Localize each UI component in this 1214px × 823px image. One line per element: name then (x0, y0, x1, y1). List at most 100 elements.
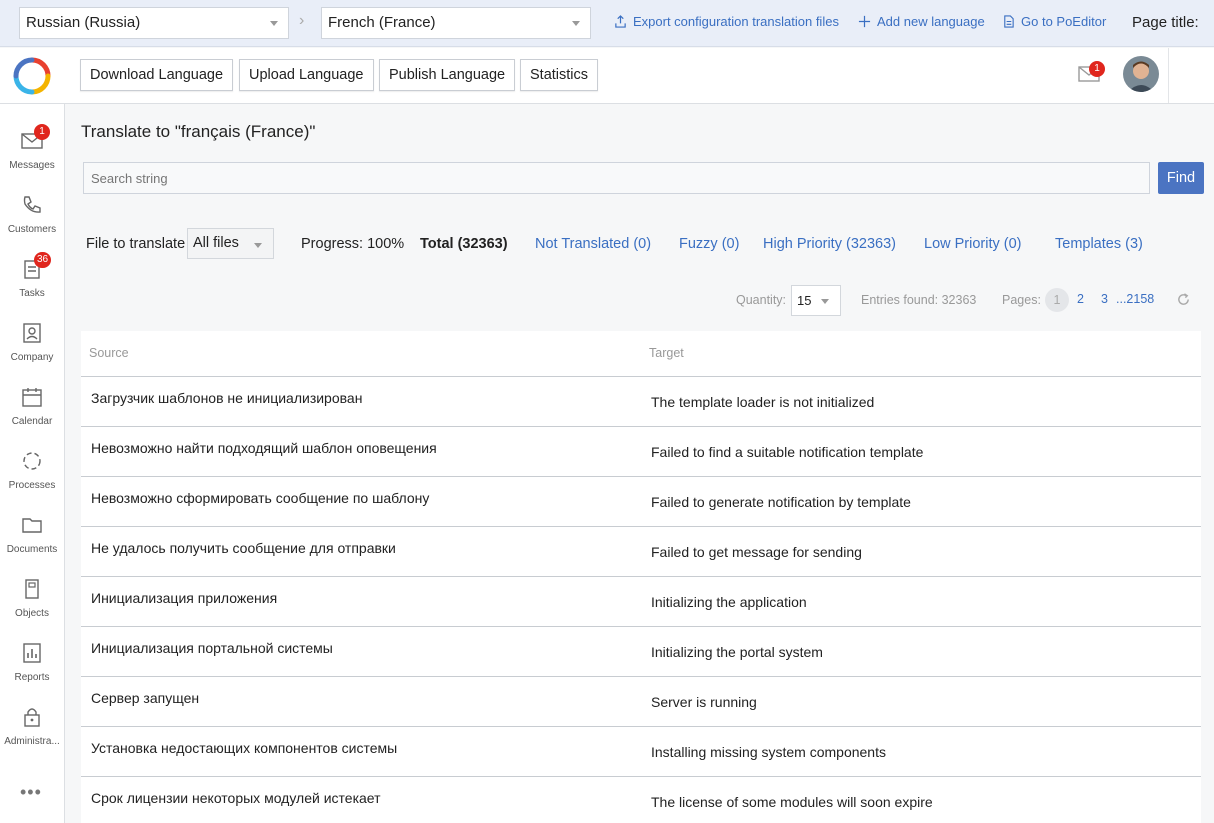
page-link-2[interactable]: 2 (1077, 292, 1084, 306)
filter-not-translated[interactable]: Not Translated (0) (535, 236, 651, 252)
sidebar-item-documents[interactable]: Documents (0, 514, 64, 570)
page-link-3[interactable]: 3 (1101, 292, 1108, 306)
table-row[interactable]: Невозможно сформировать сообщение по шаб… (81, 477, 1201, 527)
export-translation-link[interactable]: Export configuration translation files (614, 14, 839, 29)
find-button[interactable]: Find (1158, 162, 1204, 194)
target-cell[interactable]: Failed to get message for sending (651, 544, 862, 560)
table-row[interactable]: Загрузчик шаблонов не инициализирован Th… (81, 377, 1201, 427)
add-language-link[interactable]: Add new language (858, 14, 985, 29)
entries-found: Entries found: 32363 (861, 293, 977, 307)
quantity-label: Quantity: (736, 293, 787, 307)
target-cell[interactable]: Initializing the application (651, 594, 807, 610)
target-cell[interactable]: The license of some modules will soon ex… (651, 794, 933, 810)
sidebar-item-messages[interactable]: 1 Messages (0, 124, 64, 186)
app-header: Download Language Upload Language Publis… (0, 48, 1214, 104)
page-title-label: Page title: (1132, 14, 1199, 31)
target-cell[interactable]: Failed to find a suitable notification t… (651, 444, 923, 460)
source-cell: Срок лицензии некоторых модулей истекает (91, 790, 381, 806)
app-logo-icon (13, 57, 51, 95)
download-language-button[interactable]: Download Language (80, 59, 234, 91)
table-row[interactable]: Установка недостающих компонентов систем… (81, 727, 1201, 777)
sidebar-item-administration[interactable]: Administra... (0, 706, 64, 762)
refresh-icon[interactable] (1176, 292, 1191, 307)
sidebar: 1 Messages Customers 36 Tasks Company Ca… (0, 104, 65, 823)
target-cell[interactable]: The template loader is not initialized (651, 394, 874, 410)
user-photo-icon (1123, 56, 1159, 92)
sidebar-item-objects[interactable]: Objects (0, 578, 64, 634)
lock-icon (24, 708, 40, 727)
page-current[interactable]: 1 (1045, 288, 1069, 312)
phone-icon (23, 196, 41, 213)
quantity-select[interactable]: 15 (791, 285, 841, 316)
id-card-icon (23, 323, 41, 343)
avatar[interactable] (1123, 56, 1159, 92)
filter-total[interactable]: Total (32363) (420, 236, 508, 252)
source-cell: Сервер запущен (91, 690, 200, 706)
source-cell: Невозможно найти подходящий шаблон опове… (91, 440, 437, 456)
filter-templates[interactable]: Templates (3) (1055, 236, 1143, 252)
target-cell[interactable]: Installing missing system components (651, 744, 886, 760)
messages-badge: 1 (34, 124, 50, 140)
sidebar-item-calendar[interactable]: Calendar (0, 386, 64, 442)
sidebar-item-tasks[interactable]: 36 Tasks (0, 252, 64, 314)
chevron-down-icon (270, 21, 278, 26)
calendar-icon (22, 388, 42, 407)
poeditor-link[interactable]: Go to PoEditor (1002, 14, 1106, 29)
translation-table: Source Target Загрузчик шаблонов не иниц… (81, 331, 1201, 823)
target-cell[interactable]: Failed to generate notification by templ… (651, 494, 911, 510)
main-content: Translate to "français (France)" Find Fi… (65, 104, 1214, 823)
publish-language-button[interactable]: Publish Language (379, 59, 516, 91)
target-language-select[interactable]: French (France) (321, 7, 591, 39)
target-cell[interactable]: Initializing the portal system (651, 644, 823, 660)
table-row[interactable]: Не удалось получить сообщение для отправ… (81, 527, 1201, 577)
header-divider (1168, 48, 1169, 103)
page-link-last[interactable]: ...2158 (1116, 292, 1154, 306)
search-input[interactable] (83, 162, 1150, 194)
table-row[interactable]: Инициализация портальной системы Initial… (81, 627, 1201, 677)
file-select[interactable]: All files (187, 228, 274, 259)
file-to-translate-label: File to translate (86, 236, 186, 252)
target-cell[interactable]: Server is running (651, 694, 757, 710)
column-header-source: Source (89, 346, 129, 360)
table-row[interactable]: Невозможно найти подходящий шаблон опове… (81, 427, 1201, 477)
upload-icon (615, 15, 626, 28)
folder-icon (22, 518, 42, 533)
pages-label: Pages: (1002, 293, 1041, 307)
tasks-badge: 36 (34, 252, 52, 268)
source-cell: Инициализация портальной системы (91, 640, 333, 656)
source-cell: Невозможно сформировать сообщение по шаб… (91, 490, 430, 506)
filter-low-priority[interactable]: Low Priority (0) (924, 236, 1022, 252)
chevron-down-icon (572, 21, 580, 26)
page-title: Translate to "français (France)" (81, 122, 316, 141)
source-cell: Установка недостающих компонентов систем… (91, 740, 398, 756)
column-header-target: Target (649, 346, 684, 360)
progress-text: Progress: 100% (301, 236, 405, 252)
filter-high-priority[interactable]: High Priority (32363) (763, 236, 896, 252)
sidebar-item-customers[interactable]: Customers (0, 194, 64, 250)
more-icon[interactable]: ••• (20, 782, 42, 803)
statistics-button[interactable]: Statistics (520, 59, 599, 91)
table-row[interactable]: Срок лицензии некоторых модулей истекает… (81, 777, 1201, 823)
source-language-select[interactable]: Russian (Russia) (19, 7, 289, 39)
mail-badge: 1 (1089, 61, 1105, 77)
chevron-down-icon (254, 243, 262, 248)
cube-icon (25, 579, 39, 599)
cycle-icon (23, 452, 41, 470)
chevron-right-icon: › (299, 12, 305, 29)
plus-icon (858, 15, 871, 28)
upload-language-button[interactable]: Upload Language (239, 59, 374, 91)
table-row[interactable]: Инициализация приложения Initializing th… (81, 577, 1201, 627)
sidebar-item-company[interactable]: Company (0, 322, 64, 378)
table-header: Source Target (81, 331, 1201, 377)
chevron-down-icon (821, 299, 829, 304)
source-cell: Не удалось получить сообщение для отправ… (91, 540, 396, 556)
filter-fuzzy[interactable]: Fuzzy (0) (679, 236, 739, 252)
target-language-value: French (France) (328, 14, 436, 31)
bar-chart-icon (23, 643, 41, 663)
table-row[interactable]: Сервер запущен Server is running (81, 677, 1201, 727)
sidebar-item-reports[interactable]: Reports (0, 642, 64, 698)
source-language-value: Russian (Russia) (26, 14, 141, 31)
sidebar-item-processes[interactable]: Processes (0, 450, 64, 506)
language-bar: Russian (Russia) › French (France) Expor… (0, 0, 1214, 47)
source-cell: Инициализация приложения (91, 590, 278, 606)
